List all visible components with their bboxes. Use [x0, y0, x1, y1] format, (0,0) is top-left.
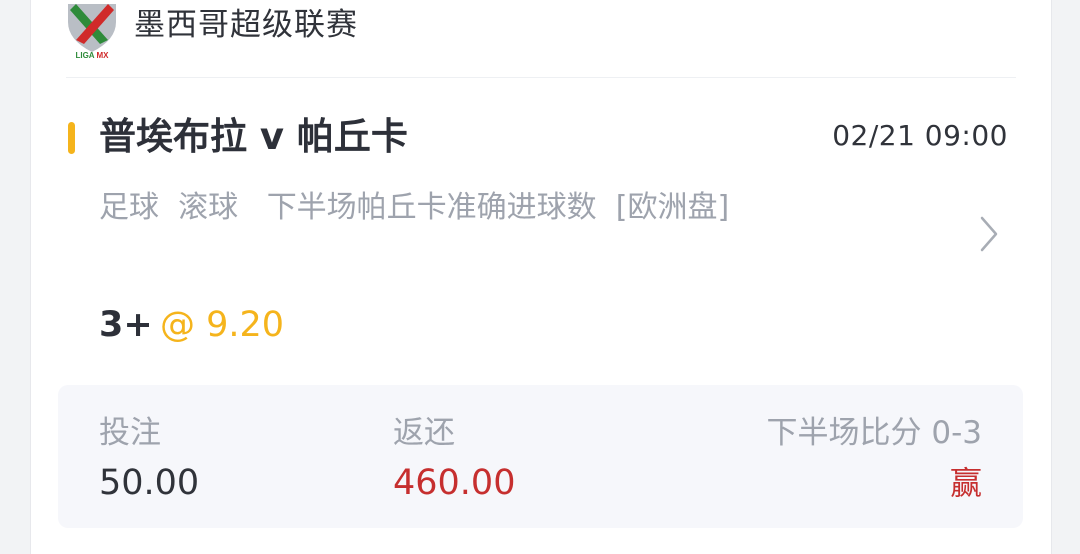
- odds-value: @ 9.20: [160, 305, 285, 345]
- return-value: 460.00: [393, 463, 516, 503]
- selection-value: 3+: [99, 305, 153, 345]
- bet-type-label: 滚球: [178, 190, 239, 225]
- score-label: 下半场比分 0-3: [766, 415, 983, 451]
- accent-bar: [68, 122, 75, 154]
- league-name: 墨西哥超级联赛: [134, 7, 358, 43]
- bet-summary: 投注 50.00 返还 460.00 下半场比分 0-3 赢: [58, 385, 1023, 528]
- return-label: 返还: [393, 415, 455, 451]
- market-label: 下半场帕丘卡准确进球数: [266, 190, 597, 225]
- sport-label: 足球: [99, 190, 159, 225]
- divider: [66, 77, 1016, 78]
- svg-text:LIGA MX: LIGA MX: [75, 51, 109, 60]
- liga-mx-logo: LIGA MX: [68, 4, 116, 60]
- result-badge: 赢: [949, 464, 982, 502]
- chevron-right-icon[interactable]: [978, 214, 1000, 254]
- match-title[interactable]: 普埃布拉 v 帕丘卡: [99, 112, 408, 162]
- match-time: 02/21 09:00: [832, 119, 1008, 152]
- market-description[interactable]: 足球 滚球 下半场帕丘卡准确进球数 [欧洲盘]: [99, 182, 729, 234]
- odds-format-label: [欧洲盘]: [615, 190, 730, 225]
- stake-value: 50.00: [99, 463, 200, 503]
- stake-label: 投注: [99, 415, 161, 451]
